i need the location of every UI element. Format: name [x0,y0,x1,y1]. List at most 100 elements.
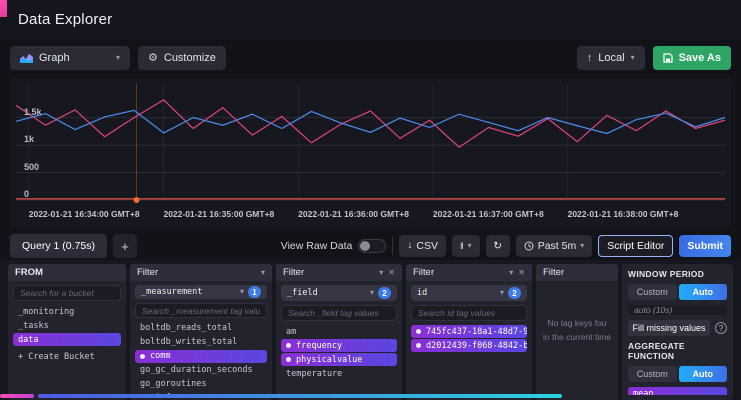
chevron-down-icon: ▾ [370,289,374,297]
aggregate-segmented: Custom Auto [628,366,727,382]
toggle-knob [360,241,370,251]
chevron-down-icon: ▾ [580,242,584,250]
tag-value-search-input[interactable] [281,305,397,321]
refresh-icon: ↻ [493,240,502,252]
window-auto-button[interactable]: Auto [679,284,728,300]
value-item[interactable]: go_goroutines [135,378,267,391]
pause-button[interactable]: ‖ ▾ [452,235,480,257]
window-period-segmented: Custom Auto [628,284,727,300]
close-icon[interactable]: ✕ [388,268,395,277]
from-column-header: FROM [8,264,126,281]
close-icon[interactable]: ✕ [518,268,525,277]
view-raw-data-toggle[interactable] [358,239,386,253]
tag-key-dropdown[interactable]: _field ▾ 2 [281,285,397,301]
gear-icon: ⚙ [148,53,158,64]
value-item-selected[interactable]: comm [135,350,267,363]
selected-dot-icon [140,354,145,359]
refresh-button[interactable]: ↻ [486,235,510,257]
value-item[interactable]: boltdb_reads_total [135,322,267,335]
x-axis-label: 2022-01-21 16:34:00 GMT+8 [29,209,140,219]
nav-accent [0,0,7,17]
help-icon[interactable]: ? [715,322,727,334]
value-label: comm [150,351,170,361]
filter-column-header: Filter ▾ [130,264,272,281]
fill-missing-values-toggle[interactable]: Fill missing values [628,320,710,336]
window-custom-button[interactable]: Custom [628,284,677,300]
value-label: boltdb_writes_total [140,337,237,347]
value-item[interactable]: go_gc_duration_seconds [135,364,267,377]
chevron-down-icon[interactable]: ▾ [261,268,265,277]
x-axis-label: 2022-01-21 16:37:00 GMT+8 [433,209,544,219]
tag-value-list: boltdb_reads_total boltdb_writes_totalcom… [135,322,267,396]
tag-value-list: 745fc437-18a1-48d7-98a6-7… d2012439-f068-… [411,325,527,352]
value-label: _tasks [18,321,49,331]
value-item-selected[interactable]: data [13,333,121,346]
value-item[interactable]: am [281,325,397,338]
page-title: Data Explorer [18,11,112,28]
timezone-dropdown[interactable]: ↑ Local ▾ [577,46,645,70]
chevron-down-icon: ▾ [240,288,244,296]
chevron-down-icon: ▾ [500,289,504,297]
download-icon: ↓ [407,241,412,251]
chart-panel: 05001k1.5k 2022-01-21 16:34:00 GMT+8 2022… [10,78,731,228]
chevron-down-icon: ▾ [468,242,472,250]
time-range-label: Past 5m [538,240,577,252]
time-range-dropdown[interactable]: Past 5m ▾ [516,235,593,257]
value-item[interactable]: boltdb_writes_total [135,336,267,349]
value-item-selected[interactable]: physicalvalue [281,353,397,366]
query-tab[interactable]: Query 1 (0.75s) [10,234,107,258]
tag-value-search-input[interactable] [135,303,267,318]
filter-title: Filter [137,267,158,278]
save-icon [663,53,673,63]
horizontal-scrollbar-thumb[interactable] [0,394,34,398]
value-label: frequency [296,341,342,351]
csv-download-button[interactable]: ↓ CSV [399,235,446,257]
toolbar: Graph ▾ ⚙ Customize ↑ Local ▾ Save As [10,46,731,70]
tag-key-label: id [417,288,427,298]
window-period-value: auto (10s) [628,305,727,315]
selected-dot-icon [286,357,291,362]
view-raw-data-label: View Raw Data [281,240,353,252]
aggregate-custom-button[interactable]: Custom [628,366,677,382]
value-item[interactable]: temperature [281,367,397,380]
create-bucket-button[interactable]: + Create Bucket [13,350,121,363]
value-item[interactable]: _tasks [13,319,121,332]
script-editor-button[interactable]: Script Editor [598,235,673,257]
value-label: temperature [286,369,342,379]
value-item-selected[interactable]: mean [628,387,727,395]
save-as-button[interactable]: Save As [653,46,731,70]
horizontal-scrollbar-thumb[interactable] [38,394,562,398]
filter-column-id: Filter ▾ ✕ id ▾ 2 745fc437-18a1-48d7-98a… [406,264,532,400]
value-item-selected[interactable]: 745fc437-18a1-48d7-98a6-7… [411,325,527,338]
chart-plot-area[interactable]: 05001k1.5k [16,84,725,208]
tag-key-dropdown[interactable]: _measurement ▾ 1 [135,285,267,299]
selected-dot-icon [286,343,291,348]
chevron-down-icon[interactable]: ▾ [379,268,383,277]
selected-count-badge: 2 [508,287,521,299]
view-type-dropdown[interactable]: Graph ▾ [10,46,130,70]
graph-icon [20,53,33,63]
value-label: physicalvalue [296,355,363,365]
tag-value-search-input[interactable] [411,305,527,321]
value-item[interactable]: _monitoring [13,305,121,318]
chevron-down-icon: ▾ [116,54,120,62]
chevron-down-icon[interactable]: ▾ [509,268,513,277]
value-item-selected[interactable]: frequency [281,339,397,352]
value-item-selected[interactable]: d2012439-f068-4842-bfef-8… [411,339,527,352]
aggregate-auto-button[interactable]: Auto [679,366,728,382]
tag-key-dropdown[interactable]: id ▾ 2 [411,285,527,301]
add-query-button[interactable]: + [113,234,137,258]
bucket-search-input[interactable] [13,285,121,301]
value-label: 745fc437-18a1-48d7-98a6-7… [426,327,527,337]
x-axis-label: 2022-01-21 16:38:00 GMT+8 [568,209,679,219]
filter-title: Filter [543,267,564,278]
submit-button[interactable]: Submit [679,235,731,257]
selected-dot-icon [416,343,421,348]
customize-button[interactable]: ⚙ Customize [138,46,226,70]
filter-title: Filter [413,267,434,278]
bucket-list: _monitoring _tasksdata [13,305,121,346]
filter-column-header: Filter ▾ ✕ [406,264,532,281]
filter-title: Filter [283,267,304,278]
value-label: boltdb_reads_total [140,323,232,333]
clock-icon [524,241,534,251]
